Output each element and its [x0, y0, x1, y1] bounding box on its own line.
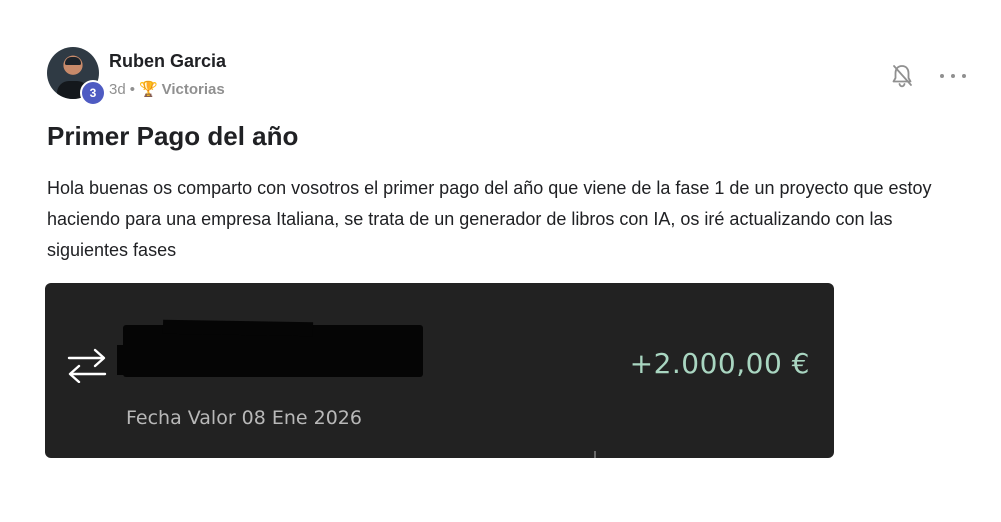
post-category[interactable]: Victorias — [162, 81, 225, 98]
post-title: Primer Pago del año — [47, 121, 299, 151]
author-avatar[interactable]: 3 — [47, 47, 106, 106]
community-post: 3 Ruben Garcia 3d • 🏆 Victorias Primer P… — [0, 0, 1001, 522]
post-body: Hola buenas os comparto con vosotros el … — [47, 178, 932, 260]
image-artifact — [594, 451, 596, 458]
post-time: 3d — [109, 81, 126, 98]
transaction-image[interactable]: +2.000,00 € Fecha Valor 08 Ene 2026 — [45, 283, 834, 458]
bell-off-icon[interactable] — [890, 63, 914, 89]
post-meta: 3d • 🏆 Victorias — [109, 81, 225, 98]
transaction-amount: +2.000,00 € — [629, 347, 810, 380]
value-date-label: Fecha Valor — [126, 407, 236, 429]
value-date-value: 08 Ene 2026 — [241, 407, 362, 429]
redacted-region — [117, 325, 423, 377]
meta-separator: • — [129, 81, 135, 98]
transfer-arrows-icon — [67, 347, 107, 384]
trophy-icon: 🏆 — [138, 81, 158, 98]
more-horizontal-icon[interactable] — [940, 73, 966, 79]
author-name[interactable]: Ruben Garcia — [109, 51, 226, 72]
value-date: Fecha Valor 08 Ene 2026 — [126, 407, 362, 429]
level-badge: 3 — [80, 80, 106, 106]
